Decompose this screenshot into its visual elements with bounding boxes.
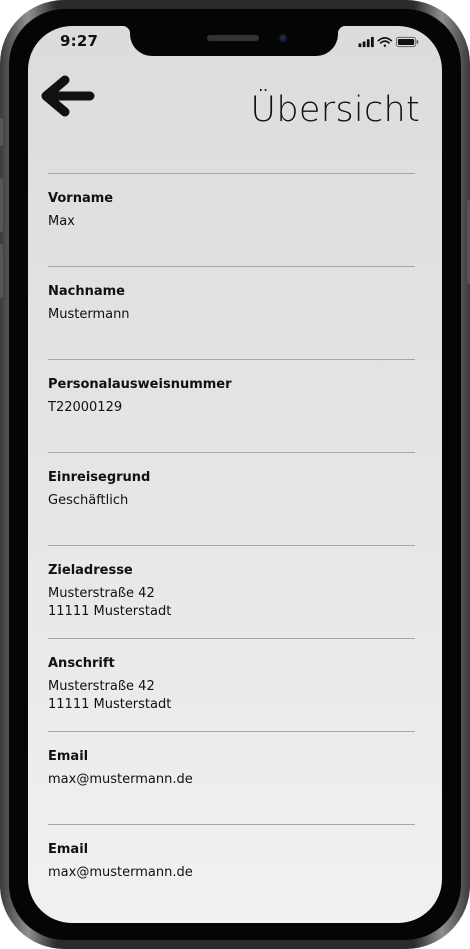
front-camera <box>278 33 288 43</box>
field-value-line: Max <box>48 214 75 229</box>
volume-down-button <box>0 244 3 298</box>
field-label: Email <box>48 749 89 764</box>
volume-up-button <box>0 178 3 232</box>
field-row: Nachname Mustermann <box>48 266 415 359</box>
field-label: Anschrift <box>48 656 115 671</box>
back-button[interactable] <box>38 74 96 124</box>
field-value-line: Musterstraße 42 <box>48 586 155 601</box>
field-value-line: T22000129 <box>48 400 123 415</box>
notch <box>122 26 346 56</box>
field-list: Vorname Max Nachname Mustermann Personalausw… <box>48 173 415 917</box>
field-row: Einreisegrund Geschäftlich <box>48 452 415 545</box>
field-value-line: Musterstraße 42 <box>48 679 155 694</box>
field-value: Max <box>48 213 415 231</box>
field-value: Mustermann <box>48 306 415 324</box>
field-value-line: Mustermann <box>48 307 130 322</box>
field-value-line: max@mustermann.de <box>48 865 193 880</box>
phone-frame: 9:27 Übersicht Vorname Max Nachname Must… <box>0 0 470 949</box>
status-icons <box>358 36 419 48</box>
field-value: Musterstraße 42 11111 Musterstadt <box>48 678 415 714</box>
field-value-line: Geschäftlich <box>48 493 129 508</box>
field-value: Musterstraße 42 11111 Musterstadt <box>48 585 415 621</box>
field-label: Nachname <box>48 284 126 299</box>
field-value: max@mustermann.de <box>48 864 415 882</box>
field-row: Zieladresse Musterstraße 42 11111 Musterst… <box>48 545 415 638</box>
field-label: Email <box>48 842 89 857</box>
field-row: Vorname Max <box>48 173 415 266</box>
field-value-line: 11111 Musterstadt <box>48 697 172 712</box>
field-row: Personalausweisnummer T22000129 <box>48 359 415 452</box>
field-row: Email max@mustermann.de <box>48 731 415 824</box>
cellular-signal-icon <box>358 36 374 48</box>
field-row: Anschrift Musterstraße 42 11111 Musterstad… <box>48 638 415 731</box>
field-label: Vorname <box>48 191 114 206</box>
field-value: max@mustermann.de <box>48 771 415 789</box>
field-row: Email max@mustermann.de <box>48 824 415 917</box>
field-value: Geschäftlich <box>48 492 415 510</box>
battery-icon <box>395 36 419 48</box>
field-label: Zieladresse <box>48 563 133 578</box>
field-value-line: 11111 Musterstadt <box>48 604 172 619</box>
screen: 9:27 Übersicht Vorname Max Nachname Must… <box>28 26 442 923</box>
arrow-left-icon <box>41 75 95 117</box>
field-label: Personalausweisnummer <box>48 377 232 392</box>
field-label: Einreisegrund <box>48 470 151 485</box>
field-value: T22000129 <box>48 399 415 417</box>
status-time: 9:27 <box>60 32 99 50</box>
speaker-grille <box>207 35 259 41</box>
page-title: Übersicht <box>250 90 420 130</box>
wifi-icon <box>377 37 393 47</box>
field-value-line: max@mustermann.de <box>48 772 193 787</box>
silent-switch <box>0 118 3 146</box>
